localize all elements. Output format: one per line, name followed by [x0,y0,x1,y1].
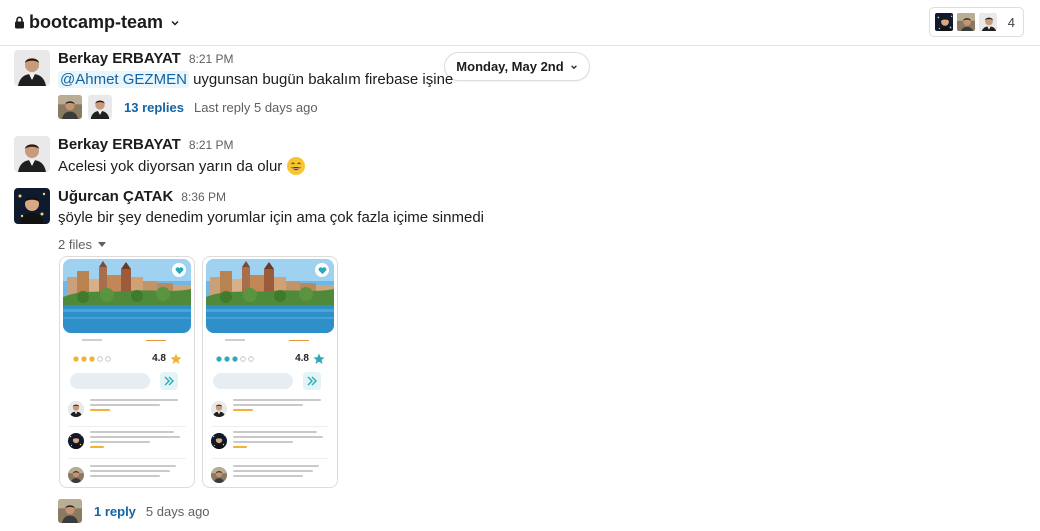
thread-participant-avatar [58,95,82,119]
send-icon [160,372,178,390]
file-attachment-image[interactable]: 4.8 [202,256,338,488]
reviewer-avatar [68,433,84,449]
rating-value: 4.8 [152,353,166,364]
thread-last-reply: Last reply 5 days ago [194,99,318,115]
channel-name-button[interactable]: bootcamp-team [14,12,180,33]
grinning-emoji[interactable] [286,156,306,176]
review-item [68,397,186,427]
thread-summary[interactable]: 1 reply 5 days ago [58,499,210,523]
comment-input-mock [70,373,150,389]
reviewer-avatar [211,401,227,417]
rating-value: 4.8 [295,353,309,364]
thread-last-reply: 5 days ago [145,503,210,519]
member-count: 4 [1007,14,1015,30]
message-time[interactable]: 8:21 PM [189,52,234,66]
message-author[interactable]: Berkay ERBAYAT [58,50,181,67]
reviewer-avatar [68,401,84,417]
review-item [68,463,186,487]
star-icon [170,353,182,364]
rating-row: 4.8 [215,353,325,365]
city-photo [63,259,191,333]
avatar[interactable] [14,188,50,224]
member-list-button[interactable]: 4 [928,7,1024,37]
avatar[interactable] [14,50,50,86]
channel-header: bootcamp-team 4 [0,0,1040,46]
chevron-down-icon [570,64,577,69]
file-attachment-image[interactable]: ​ 4.8 [59,256,195,488]
caret-down-icon [97,241,106,247]
review-item [211,429,329,459]
message-author[interactable]: Uğurcan ÇATAK [58,188,173,205]
rating-row: 4.8 [72,353,182,365]
heart-icon [315,263,329,277]
reviewer-avatar [211,467,227,483]
star-icon [313,353,325,364]
message-text: uygunsan bugün bakalım firebase işine [193,71,454,88]
reviewer-avatar [68,467,84,483]
city-photo [206,259,334,333]
thread-summary[interactable]: 13 replies Last reply 5 days ago [58,95,318,119]
thread-replies-link[interactable]: 13 replies [124,100,184,115]
heart-icon [172,263,186,277]
reviewer-avatar [211,433,227,449]
avatar[interactable] [14,136,50,172]
message-text: Acelesi yok diyorsan yarın da olur [58,157,283,175]
review-item [211,463,329,487]
thread-replies-link[interactable]: 1 reply [94,504,136,519]
send-icon [303,372,321,390]
comment-input-mock [213,373,293,389]
date-divider-label: Monday, May 2nd [456,59,564,74]
message-time[interactable]: 8:21 PM [189,138,234,152]
review-item [211,397,329,427]
user-mention[interactable]: @Ahmet GEZMEN [58,71,189,88]
message-text: şöyle bir şey denedim yorumlar için ama … [58,209,484,226]
files-toggle[interactable]: 2 files [58,237,106,252]
message-author[interactable]: Berkay ERBAYAT [58,136,181,153]
chevron-down-icon [171,20,179,26]
date-divider-button[interactable]: Monday, May 2nd [444,52,590,81]
message-time[interactable]: 8:36 PM [181,190,226,204]
member-avatar [977,12,998,32]
member-avatar [955,12,976,32]
review-item [68,429,186,459]
channel-name: bootcamp-team [29,12,164,32]
thread-participant-avatar [58,499,82,523]
member-avatar [933,12,954,32]
lock-icon [15,16,24,29]
thread-participant-avatar [88,95,112,119]
files-count-label: 2 files [58,237,92,252]
